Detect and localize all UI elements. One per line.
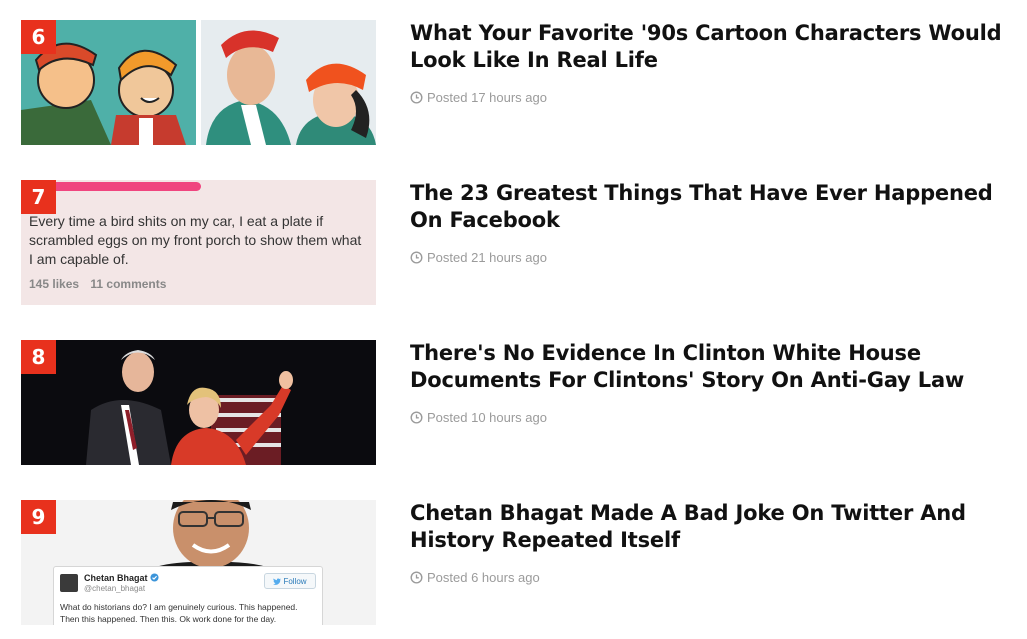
article-title[interactable]: The 23 Greatest Things That Have Ever Ha… [410,180,1010,234]
article-item: 6 What Your Favorite '90s Cartoon Charac… [21,20,1011,145]
article-thumbnail[interactable]: Every time a bird shits on my car, I eat… [21,180,376,305]
article-item: Every time a bird shits on my car, I eat… [21,180,1011,305]
article-item: Chetan Bhagat @chetan_bhagat Follow What… [21,500,1011,625]
posted-meta: Posted 17 hours ago [410,90,547,105]
comments-count: 11 comments [90,277,167,291]
avatar [60,574,78,592]
verified-icon [150,573,159,582]
posted-time: Posted 10 hours ago [427,410,547,425]
posted-meta: Posted 10 hours ago [410,410,547,425]
facebook-post-text: Every time a bird shits on my car, I eat… [29,213,362,267]
article-title[interactable]: There's No Evidence In Clinton White Hou… [410,340,1010,394]
clock-icon [410,571,423,584]
posted-meta: Posted 6 hours ago [410,570,540,585]
rank-badge: 7 [21,180,56,214]
clinton-photo [21,340,376,465]
author-name-text: Chetan Bhagat [84,573,148,583]
real-life-image [201,20,376,145]
post-stats: 145 likes 11 comments [29,277,174,291]
posted-time: Posted 17 hours ago [427,90,547,105]
tweet-author-name: Chetan Bhagat [84,573,159,583]
article-thumbnail[interactable]: 6 [21,20,376,145]
article-thumbnail[interactable]: 8 [21,340,376,465]
clock-icon [410,91,423,104]
redaction-mark [35,182,201,191]
clock-icon [410,411,423,424]
article-thumbnail[interactable]: Chetan Bhagat @chetan_bhagat Follow What… [21,500,376,625]
rank-badge: 9 [21,500,56,534]
rank-badge: 8 [21,340,56,374]
tweet-text: What do historians do? I am genuinely cu… [60,602,298,624]
follow-button[interactable]: Follow [264,573,316,589]
article-title[interactable]: What Your Favorite '90s Cartoon Characte… [410,20,1010,74]
rank-badge: 6 [21,20,56,54]
posted-time: Posted 6 hours ago [427,570,540,585]
twitter-bird-icon [273,577,282,585]
likes-count: 145 likes [29,277,80,291]
posted-time: Posted 21 hours ago [427,250,547,265]
article-title[interactable]: Chetan Bhagat Made A Bad Joke On Twitter… [410,500,1010,554]
tweet-card: Chetan Bhagat @chetan_bhagat Follow What… [53,566,323,625]
posted-meta: Posted 21 hours ago [410,250,547,265]
follow-label: Follow [283,576,307,586]
article-item: 8 There's No Evidence In Clinton White H… [21,340,1011,465]
tweet-handle: @chetan_bhagat [84,584,146,593]
clock-icon [410,251,423,264]
